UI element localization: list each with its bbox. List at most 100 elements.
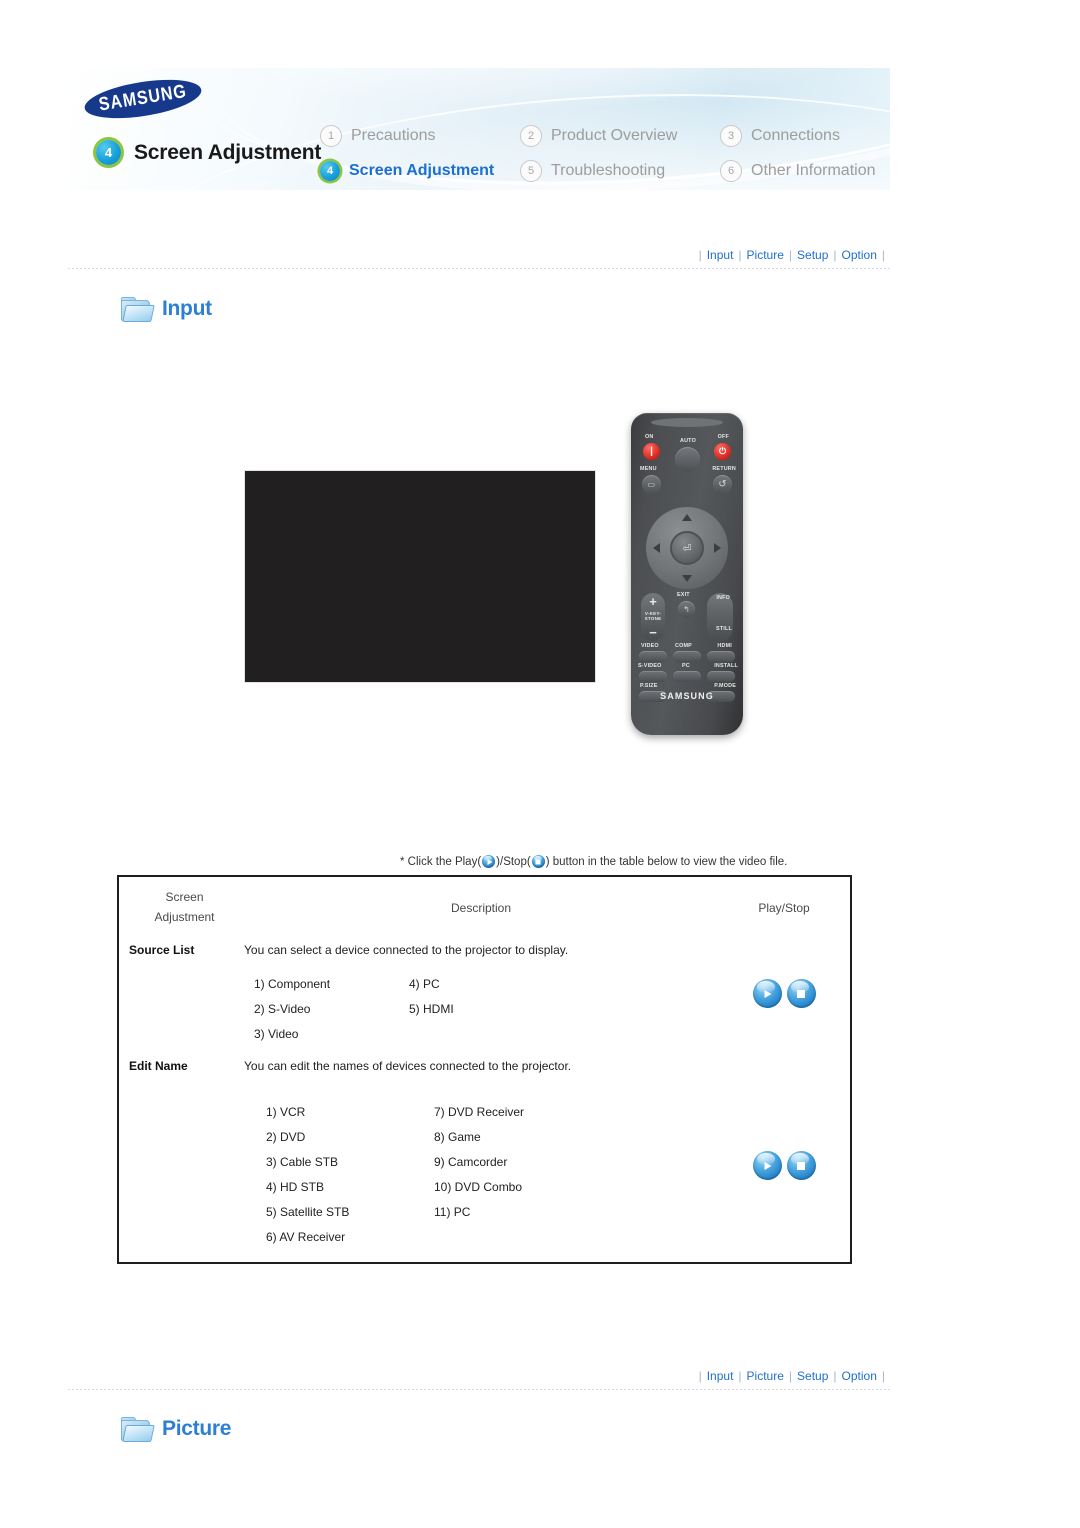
chapter-badge-4: 4 <box>320 160 340 181</box>
chapter-label-5: Troubleshooting <box>551 161 666 179</box>
list-item: 5) HDMI <box>409 1002 454 1016</box>
stop-button[interactable] <box>786 1151 816 1180</box>
list-item: 9) Camcorder <box>434 1155 508 1169</box>
list-item: 3) Video <box>254 1027 299 1041</box>
remote-label-hdmi: HDMI <box>717 643 732 649</box>
chapter-badge-6: 6 <box>720 159 742 182</box>
edit-name-items: 1) VCR 7) DVD Receiver 2) DVD 8) Game 3)… <box>244 1105 718 1244</box>
subnav-link-setup[interactable]: Setup <box>797 248 828 262</box>
chapter-badge-3: 3 <box>720 124 742 147</box>
remote-label-video: VIDEO <box>641 643 659 649</box>
remote-label-keystone: V-KEY- STONE <box>644 611 662 621</box>
chapter-menu-item-product-overview[interactable]: 2 Product Overview <box>520 124 720 147</box>
remote-control-image: ON | AUTO OFF ⏻ MENU ▭ RETURN ↺ ⏎ + − V-K… <box>631 413 743 735</box>
chapter-menu-item-other-information[interactable]: 6 Other Information <box>720 159 890 182</box>
remote-brand-label: SAMSUNG <box>660 691 714 701</box>
remote-label-on: ON <box>645 434 654 440</box>
subnav-link-setup-bottom[interactable]: Setup <box>797 1369 828 1383</box>
list-item: 2) S-Video <box>254 1002 311 1016</box>
subnav-sep: | <box>881 248 885 262</box>
play-icon-inline <box>482 855 496 868</box>
section-heading-picture: Picture <box>120 1416 231 1442</box>
list-item: 7) DVD Receiver <box>434 1105 525 1119</box>
list-item: 1) VCR <box>266 1105 306 1119</box>
list-item: 6) AV Receiver <box>266 1230 346 1244</box>
remote-label-svideo: S-VIDEO <box>638 663 662 669</box>
row-description-edit-name: You can edit the names of devices connec… <box>244 1059 572 1073</box>
subnav-sep: | <box>738 1369 742 1383</box>
row-description-source-list: You can select a device connected to the… <box>244 943 569 957</box>
chapter-menu-item-precautions[interactable]: 1 Precautions <box>320 124 520 147</box>
remote-label-off: OFF <box>717 434 729 440</box>
chapter-label-1: Precautions <box>351 126 436 144</box>
list-item <box>434 1230 718 1244</box>
subnav-sep: | <box>738 248 742 262</box>
row-name-edit-name: Edit Name <box>129 1059 188 1073</box>
remote-label-psize: P.SIZE <box>640 683 658 689</box>
subnav-link-option[interactable]: Option <box>842 248 877 262</box>
remote-power-off-button: ⏻ <box>714 443 731 460</box>
chapter-label-3: Connections <box>751 126 840 144</box>
divider-bottom <box>68 1389 890 1390</box>
subnav-link-picture[interactable]: Picture <box>747 248 784 262</box>
remote-label-comp: COMP <box>675 643 692 649</box>
chapter-label-6: Other Information <box>751 161 876 179</box>
table-row: Edit Name You can edit the names of devi… <box>119 1055 850 1262</box>
list-item <box>409 1027 718 1041</box>
table-header-screen-adjustment: Screen Adjustment <box>119 888 244 928</box>
subnav-link-option-bottom[interactable]: Option <box>842 1369 877 1383</box>
folder-icon <box>120 1416 155 1442</box>
remote-comp-button <box>673 651 701 662</box>
list-item: 8) Game <box>434 1130 481 1144</box>
subnav-sep: | <box>788 248 793 262</box>
page-title: 4 Screen Adjustment <box>96 140 321 165</box>
subnav-link-input[interactable]: Input <box>707 248 734 262</box>
subnav-link-picture-bottom[interactable]: Picture <box>747 1369 784 1383</box>
stop-button[interactable] <box>786 979 816 1008</box>
subnav-sep: | <box>833 1369 837 1383</box>
list-item: 1) Component <box>254 977 331 991</box>
row-name-source-list: Source List <box>129 943 195 957</box>
remote-label-pmode: P.MODE <box>714 683 736 689</box>
list-item: 5) Satellite STB <box>266 1205 350 1219</box>
row-controls-edit-name <box>718 1055 850 1244</box>
remote-label-exit: EXIT <box>677 592 690 598</box>
remote-exit-button: ↰ <box>678 601 695 618</box>
remote-dpad: ⏎ <box>646 507 728 589</box>
table-header-line2: Adjustment <box>154 910 215 924</box>
subnav-link-input-bottom[interactable]: Input <box>707 1369 734 1383</box>
section-heading-picture-label: Picture <box>162 1417 232 1440</box>
remote-label-still: STILL <box>716 626 732 632</box>
remote-ir-window <box>651 418 723 427</box>
remote-label-return: RETURN <box>712 466 736 472</box>
play-button[interactable] <box>752 979 782 1008</box>
note-suffix: ) button in the table below to view the … <box>545 855 788 868</box>
remote-dpad-left-icon <box>653 543 660 553</box>
chapter-label-4: Screen Adjustment <box>349 161 495 179</box>
play-button[interactable] <box>752 1151 782 1180</box>
remote-pc-button <box>673 671 701 682</box>
remote-dpad-up-icon <box>682 514 692 521</box>
remote-video-button <box>639 651 667 662</box>
table-header-play-stop: Play/Stop <box>758 901 810 915</box>
video-player-area[interactable] <box>244 470 596 683</box>
remote-dpad-down-icon <box>682 575 692 582</box>
subnav-sep: | <box>788 1369 793 1383</box>
page-title-label: Screen Adjustment <box>134 140 322 164</box>
list-item: 4) PC <box>409 977 440 991</box>
list-item: 3) Cable STB <box>266 1155 339 1169</box>
remote-hdmi-button <box>707 651 735 662</box>
table-row: Source List You can select a device conn… <box>119 939 850 1055</box>
chapter-label-2: Product Overview <box>551 126 678 144</box>
remote-enter-button: ⏎ <box>670 531 704 565</box>
folder-icon <box>120 296 155 322</box>
chapter-menu-item-connections[interactable]: 3 Connections <box>720 124 890 147</box>
chapter-menu-item-troubleshooting[interactable]: 5 Troubleshooting <box>520 159 720 182</box>
video-instruction-note: * Click the Play( )/Stop( ) button in th… <box>400 855 787 868</box>
chapter-menu-item-screen-adjustment[interactable]: 4 Screen Adjustment <box>320 160 520 181</box>
samsung-logo: SAMSUNG <box>82 72 204 126</box>
subnav-sep: | <box>698 1369 702 1383</box>
remote-label-info: INFO <box>716 595 730 601</box>
row-controls-source-list <box>718 939 850 1041</box>
page-title-badge: 4 <box>96 140 121 165</box>
